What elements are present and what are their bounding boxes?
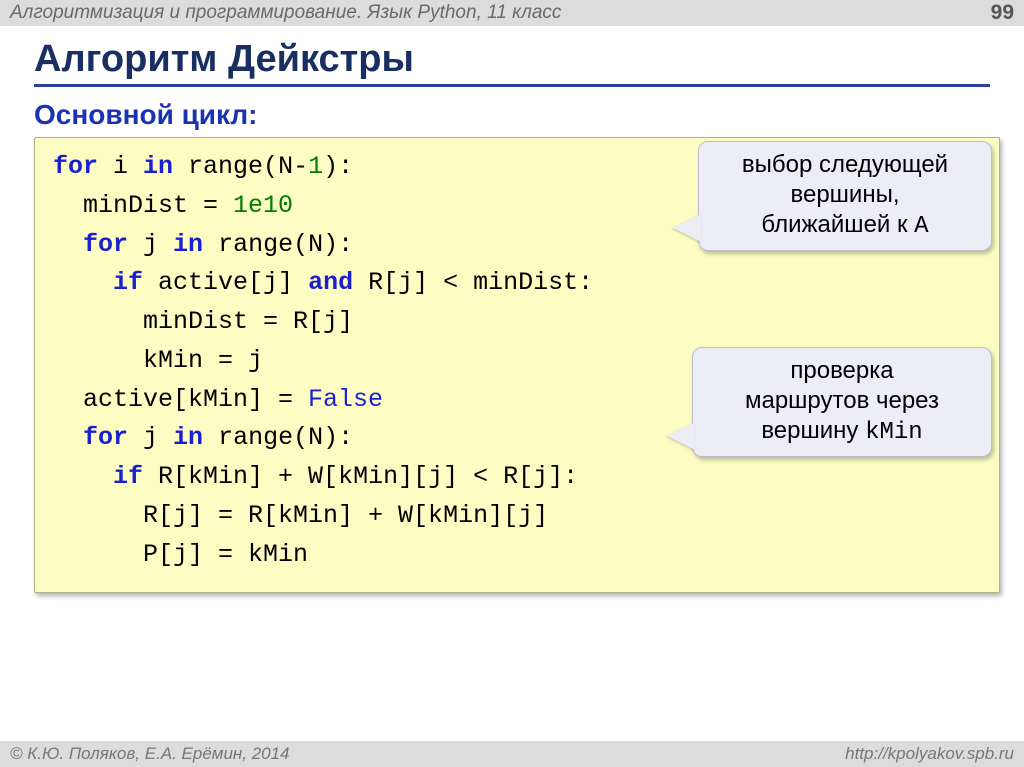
code-text: j (128, 423, 173, 452)
code-container: for i in range(N-1): minDist = 1e10 for … (34, 137, 1000, 593)
code-text: R[j] = R[kMin] + W[kMin][j] (53, 501, 548, 530)
code-bool: False (308, 385, 383, 414)
footer-url: http://kpolyakov.spb.ru (845, 744, 1014, 764)
code-text: R[j] < minDist: (353, 268, 593, 297)
code-text: i (98, 152, 143, 181)
callout-mono: A (914, 213, 928, 240)
code-kw: if (113, 268, 143, 297)
callout-line: выбор следующей (717, 150, 973, 180)
code-text (53, 268, 113, 297)
title-block: Алгоритм Дейкстры (0, 26, 1024, 91)
slide-title: Алгоритм Дейкстры (34, 38, 990, 81)
callout-line: вершину kMin (711, 416, 973, 448)
code-num: 1 (308, 152, 323, 181)
code-text (53, 462, 113, 491)
code-kw: in (173, 423, 203, 452)
code-text (53, 230, 83, 259)
code-text: range(N): (203, 230, 353, 259)
callout-line: ближайшей к A (717, 210, 973, 242)
header-bar: Алгоритмизация и программирование. Язык … (0, 0, 1024, 26)
code-text: ): (323, 152, 353, 181)
code-text: R[kMin] + W[kMin][j] < R[j]: (143, 462, 578, 491)
code-num: 1e10 (233, 191, 293, 220)
code-text: kMin = j (53, 346, 263, 375)
code-text: active[j] (143, 268, 308, 297)
callout-tail-icon (667, 422, 695, 450)
callout-text: вершину (761, 417, 865, 444)
code-text: j (128, 230, 173, 259)
code-text: range(N): (203, 423, 353, 452)
code-text: minDist = R[j] (53, 307, 353, 336)
code-kw: for (83, 423, 128, 452)
code-kw: in (143, 152, 173, 181)
callout-text: ближайшей к (761, 211, 914, 238)
footer-bar: © К.Ю. Поляков, Е.А. Ерёмин, 2014 http:/… (0, 741, 1024, 767)
code-kw: in (173, 230, 203, 259)
code-text: minDist = (53, 191, 233, 220)
page-number: 99 (991, 1, 1014, 25)
callout-line: маршрутов через (711, 386, 973, 416)
course-title: Алгоритмизация и программирование. Язык … (10, 2, 561, 24)
code-text: range(N- (173, 152, 308, 181)
footer-copyright: © К.Ю. Поляков, Е.А. Ерёмин, 2014 (10, 744, 290, 764)
code-kw: for (83, 230, 128, 259)
callout-line: вершины, (717, 180, 973, 210)
title-underline (34, 84, 990, 87)
callout-line: проверка (711, 356, 973, 386)
slide-subtitle: Основной цикл: (0, 91, 1024, 137)
code-kw: if (113, 462, 143, 491)
code-text (53, 423, 83, 452)
code-kw: and (308, 268, 353, 297)
callout-select-vertex: выбор следующей вершины, ближайшей к A (698, 141, 992, 251)
code-text: P[j] = kMin (53, 540, 308, 569)
code-text: active[kMin] = (53, 385, 308, 414)
code-kw: for (53, 152, 98, 181)
callout-mono: kMin (865, 419, 923, 446)
callout-check-routes: проверка маршрутов через вершину kMin (692, 347, 992, 457)
callout-tail-icon (673, 214, 701, 242)
